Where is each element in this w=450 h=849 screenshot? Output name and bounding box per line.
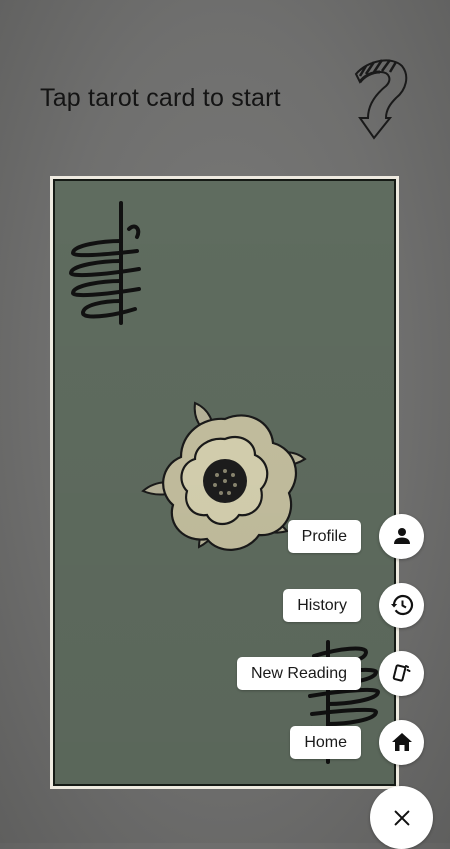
menu-item-history[interactable]: History: [283, 582, 424, 628]
cards-icon: [392, 664, 410, 682]
profile-button[interactable]: [379, 513, 424, 559]
menu-item-new-reading[interactable]: New Reading: [236, 650, 424, 696]
new-reading-label[interactable]: New Reading: [236, 656, 361, 690]
tarot-card[interactable]: [50, 176, 399, 789]
curved-arrow-icon: [354, 59, 408, 140]
close-menu-button[interactable]: [370, 786, 433, 849]
close-icon: [394, 810, 409, 825]
history-icon: [390, 594, 413, 616]
page-title: Tap tarot card to start: [40, 84, 281, 112]
home-icon: [391, 733, 412, 751]
rose-emblem-icon: [141, 401, 307, 551]
history-label[interactable]: History: [283, 588, 361, 622]
person-icon: [393, 528, 410, 544]
card-glyph-icon: [68, 201, 141, 325]
menu-item-home[interactable]: Home: [290, 719, 424, 765]
home-label[interactable]: Home: [290, 725, 361, 759]
profile-label[interactable]: Profile: [287, 519, 361, 553]
home-button[interactable]: [379, 719, 424, 765]
menu-item-profile[interactable]: Profile: [287, 513, 424, 559]
history-button[interactable]: [379, 582, 424, 628]
new-reading-button[interactable]: [379, 650, 424, 696]
